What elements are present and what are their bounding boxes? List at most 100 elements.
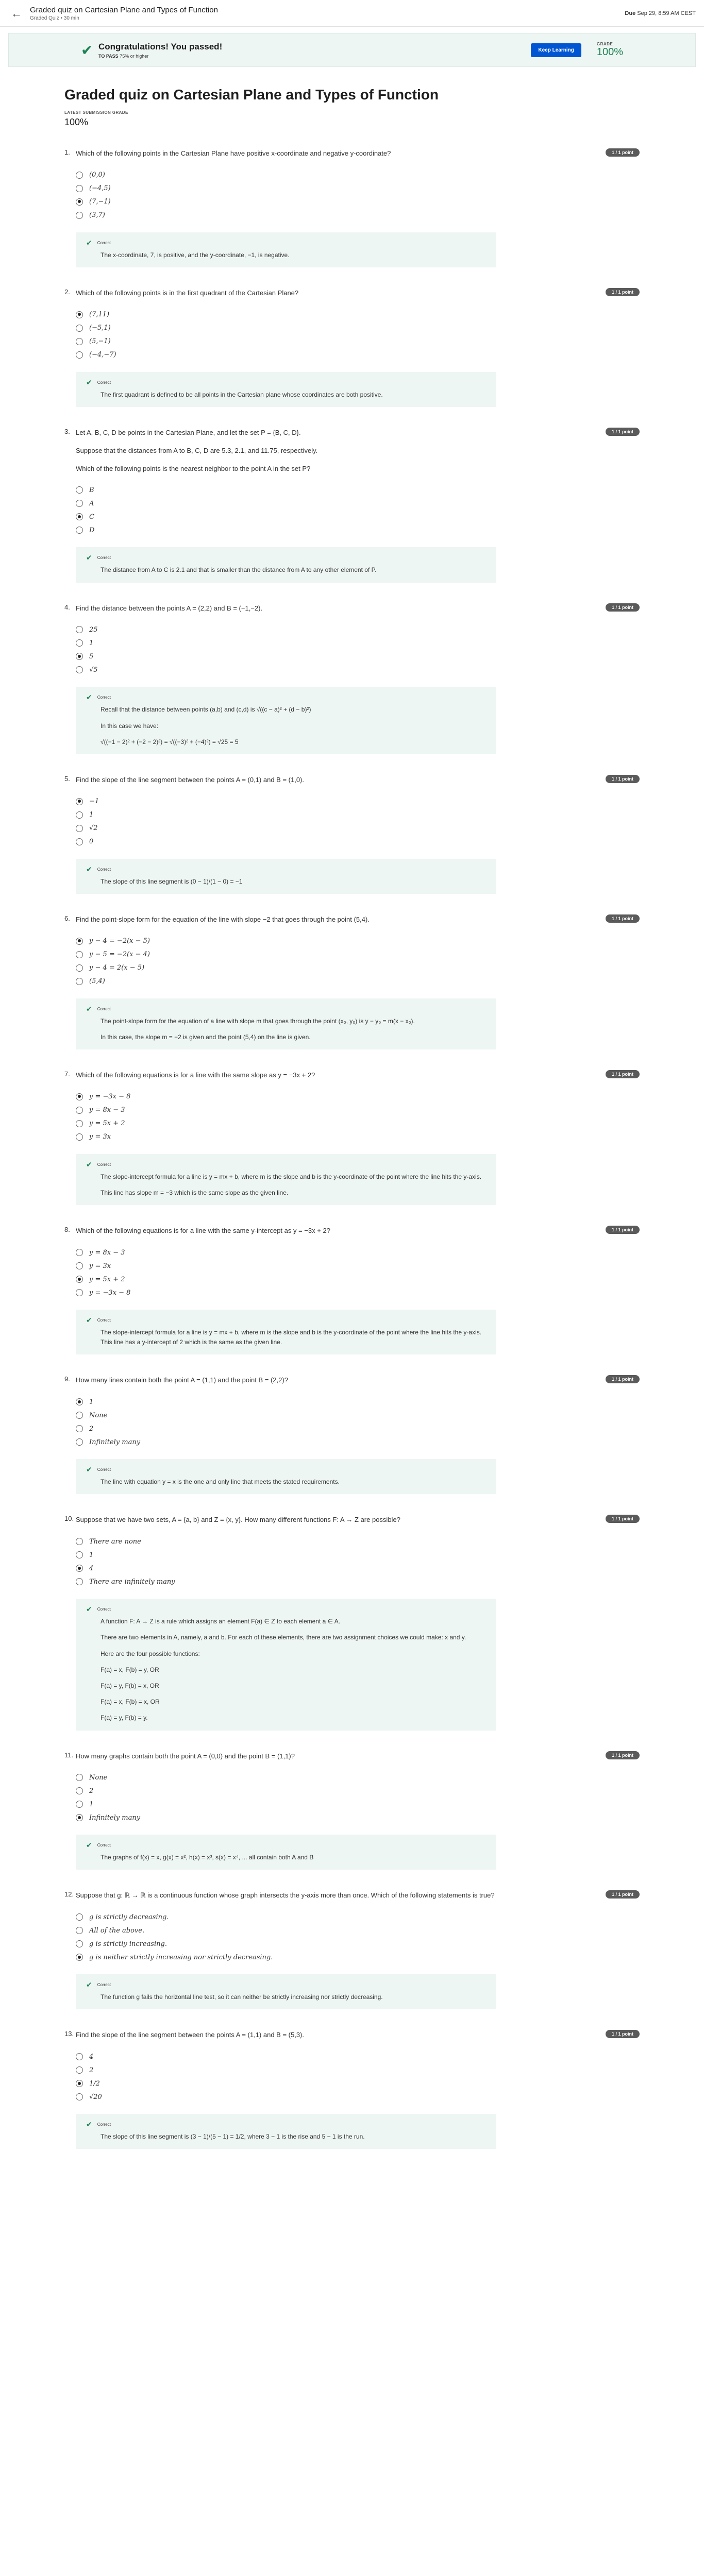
radio-button-icon[interactable]: [76, 1262, 83, 1270]
radio-button-icon[interactable]: [76, 500, 83, 507]
radio-button-icon[interactable]: [76, 2093, 83, 2101]
radio-button-icon[interactable]: [76, 1814, 83, 1822]
answer-option[interactable]: A: [76, 497, 640, 510]
answer-option[interactable]: (7,−1): [76, 195, 640, 209]
radio-button-icon[interactable]: [76, 1913, 83, 1921]
radio-button-icon[interactable]: [76, 811, 83, 819]
answer-option[interactable]: None: [76, 1409, 640, 1422]
answer-option[interactable]: g is neither strictly increasing nor str…: [76, 1951, 640, 1964]
answer-option[interactable]: Infinitely many: [76, 1811, 640, 1824]
radio-button-icon[interactable]: [76, 513, 83, 521]
radio-button-icon[interactable]: [76, 838, 83, 845]
radio-button-icon[interactable]: [76, 964, 83, 972]
radio-button-icon[interactable]: [76, 1578, 83, 1586]
answer-option[interactable]: y − 4 = −2(x − 5): [76, 935, 640, 948]
radio-button-icon[interactable]: [76, 211, 83, 219]
answer-option[interactable]: 2: [76, 1422, 640, 1435]
radio-button-icon[interactable]: [76, 798, 83, 805]
radio-button-icon[interactable]: [76, 639, 83, 647]
radio-button-icon[interactable]: [76, 337, 83, 345]
answer-option[interactable]: B: [76, 483, 640, 497]
radio-button-icon[interactable]: [76, 1106, 83, 1114]
answer-option[interactable]: (5,−1): [76, 335, 640, 348]
radio-button-icon[interactable]: [76, 1787, 83, 1795]
answer-option[interactable]: 5: [76, 650, 640, 663]
radio-button-icon[interactable]: [76, 626, 83, 634]
radio-button-icon[interactable]: [76, 653, 83, 660]
answer-option[interactable]: (3,7): [76, 209, 640, 222]
radio-button-icon[interactable]: [76, 937, 83, 945]
answer-option[interactable]: y = −3x − 8: [76, 1286, 640, 1299]
radio-button-icon[interactable]: [76, 198, 83, 206]
radio-button-icon[interactable]: [76, 1927, 83, 1935]
radio-button-icon[interactable]: [76, 1412, 83, 1419]
answer-option[interactable]: y − 4 = 2(x − 5): [76, 961, 640, 975]
answer-option[interactable]: 1: [76, 1798, 640, 1811]
answer-option[interactable]: None: [76, 1771, 640, 1784]
answer-option[interactable]: √5: [76, 663, 640, 676]
radio-button-icon[interactable]: [76, 184, 83, 192]
answer-option[interactable]: 25: [76, 623, 640, 636]
answer-option[interactable]: 1: [76, 636, 640, 650]
radio-button-icon[interactable]: [76, 824, 83, 832]
radio-button-icon[interactable]: [76, 1551, 83, 1559]
answer-option[interactable]: (5,4): [76, 975, 640, 988]
answer-option[interactable]: 1/2: [76, 2077, 640, 2090]
radio-button-icon[interactable]: [76, 977, 83, 985]
answer-option[interactable]: y = 8x − 3: [76, 1104, 640, 1117]
answer-option[interactable]: 1: [76, 1395, 640, 1409]
radio-button-icon[interactable]: [76, 1954, 83, 1961]
answer-option[interactable]: (7,11): [76, 308, 640, 321]
answer-option[interactable]: There are infinitely many: [76, 1575, 640, 1588]
answer-option[interactable]: (−4,5): [76, 182, 640, 195]
radio-button-icon[interactable]: [76, 171, 83, 179]
radio-button-icon[interactable]: [76, 1774, 83, 1782]
answer-option[interactable]: (−5,1): [76, 321, 640, 335]
answer-option[interactable]: (0,0): [76, 168, 640, 182]
answer-option[interactable]: √2: [76, 822, 640, 835]
answer-option[interactable]: D: [76, 523, 640, 537]
radio-button-icon[interactable]: [76, 1093, 83, 1100]
radio-button-icon[interactable]: [76, 351, 83, 359]
radio-button-icon[interactable]: [76, 1120, 83, 1127]
radio-button-icon[interactable]: [76, 527, 83, 534]
answer-option[interactable]: y = 5x + 2: [76, 1273, 640, 1286]
answer-option[interactable]: Infinitely many: [76, 1435, 640, 1449]
answer-option[interactable]: 2: [76, 2063, 640, 2077]
answer-option[interactable]: g is strictly increasing.: [76, 1937, 640, 1951]
radio-button-icon[interactable]: [76, 1133, 83, 1141]
answer-option[interactable]: 1: [76, 808, 640, 822]
radio-button-icon[interactable]: [76, 2053, 83, 2061]
radio-button-icon[interactable]: [76, 1398, 83, 1406]
answer-option[interactable]: 4: [76, 1562, 640, 1575]
radio-button-icon[interactable]: [76, 666, 83, 674]
radio-button-icon[interactable]: [76, 1538, 83, 1546]
radio-button-icon[interactable]: [76, 2066, 83, 2074]
answer-option[interactable]: g is strictly decreasing.: [76, 1910, 640, 1924]
answer-option[interactable]: There are none: [76, 1535, 640, 1548]
radio-button-icon[interactable]: [76, 1425, 83, 1433]
answer-option[interactable]: All of the above.: [76, 1924, 640, 1937]
answer-option[interactable]: −1: [76, 795, 640, 808]
answer-option[interactable]: y = −3x − 8: [76, 1090, 640, 1104]
radio-button-icon[interactable]: [76, 2080, 83, 2088]
answer-option[interactable]: y = 5x + 2: [76, 1117, 640, 1130]
answer-option[interactable]: y − 5 = −2(x − 4): [76, 948, 640, 961]
answer-option[interactable]: √20: [76, 2090, 640, 2104]
radio-button-icon[interactable]: [76, 311, 83, 318]
radio-button-icon[interactable]: [76, 1276, 83, 1283]
radio-button-icon[interactable]: [76, 1565, 83, 1572]
radio-button-icon[interactable]: [76, 1801, 83, 1808]
radio-button-icon[interactable]: [76, 951, 83, 958]
arrow-left-icon[interactable]: ←: [8, 5, 25, 22]
answer-option[interactable]: C: [76, 510, 640, 523]
keep-learning-button[interactable]: Keep Learning: [531, 43, 581, 57]
answer-option[interactable]: 0: [76, 835, 640, 849]
answer-option[interactable]: 1: [76, 1548, 640, 1562]
answer-option[interactable]: 2: [76, 1784, 640, 1798]
answer-option[interactable]: (−4,−7): [76, 348, 640, 362]
answer-option[interactable]: 4: [76, 2050, 640, 2063]
radio-button-icon[interactable]: [76, 1289, 83, 1297]
answer-option[interactable]: y = 3x: [76, 1259, 640, 1273]
radio-button-icon[interactable]: [76, 1438, 83, 1446]
